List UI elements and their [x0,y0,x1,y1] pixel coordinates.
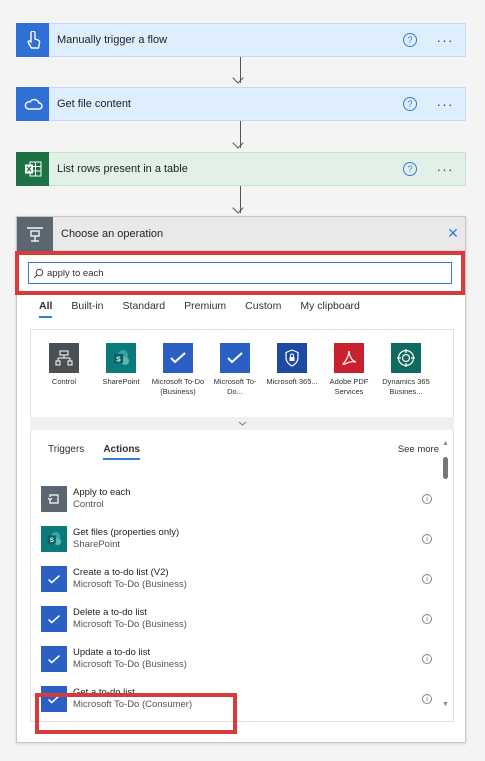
help-icon[interactable]: ? [403,97,417,111]
action-connector: Microsoft To-Do (Business) [73,659,187,670]
more-options-icon[interactable]: ··· [431,162,459,176]
category-tabs: All Built-in Standard Premium Custom My … [39,300,379,318]
action-apply-to-each[interactable]: Apply to each Control i [40,480,436,518]
see-more-link[interactable]: See more [398,444,439,455]
tab-my-clipboard[interactable]: My clipboard [300,300,360,318]
help-icon[interactable]: ? [403,33,417,47]
action-connector: Microsoft To-Do (Business) [73,579,187,590]
todo-check-icon [163,343,193,373]
scroll-up-icon[interactable]: ▲ [442,440,449,447]
connector-todo[interactable]: Microsoft To-Do... [207,343,263,397]
connector-grid: Control S SharePoint Microsoft To-Do (Bu… [30,329,454,430]
step-list-rows[interactable]: List rows present in a table ? ··· [16,152,466,186]
todo-check-icon [220,343,250,373]
step-title: List rows present in a table [57,163,188,175]
choose-operation-panel: Choose an operation ✕ All Built-in Stand… [15,216,466,743]
connector-label: Microsoft To-Do... [213,377,257,396]
actions-box: Triggers Actions See more Apply to each … [30,430,454,734]
control-icon [49,343,79,373]
step-manual-trigger[interactable]: Manually trigger a flow ? ··· [16,23,466,57]
tab-triggers[interactable]: Triggers [48,444,84,460]
scrollbar[interactable]: ▲ ▼ [441,440,451,708]
search-icon [29,268,47,279]
connector-adobe-pdf[interactable]: Adobe PDF Services [321,343,377,397]
dynamics-icon [391,343,421,373]
connector-label: Control [51,377,77,386]
search-box[interactable] [28,262,452,284]
tab-premium[interactable]: Premium [184,300,226,318]
action-title: Delete a to-do list [73,607,147,618]
step-get-file-content[interactable]: Get file content ? ··· [16,87,466,121]
expand-connectors-chevron-icon[interactable] [30,417,454,430]
todo-check-icon [41,646,67,672]
panel-title: Choose an operation [61,227,164,240]
tab-actions[interactable]: Actions [103,444,140,460]
connector-label: Microsoft To-Do (Business) [151,377,205,396]
action-delete-todo-list[interactable]: Delete a to-do list Microsoft To-Do (Bus… [40,600,436,638]
connector-label: Adobe PDF Services [329,377,369,396]
connector-microsoft-365[interactable]: Microsoft 365... [264,343,320,387]
tab-built-in[interactable]: Built-in [71,300,103,318]
operation-icon [17,216,53,251]
svg-text:S: S [116,356,121,363]
apply-to-each-highlight [35,693,237,734]
connector-sharepoint[interactable]: S SharePoint [93,343,149,387]
info-icon[interactable]: i [422,614,432,624]
scroll-thumb[interactable] [443,457,448,479]
scroll-down-icon[interactable]: ▼ [442,701,449,708]
action-title: Get files (properties only) [73,527,180,538]
loop-icon [41,486,67,512]
search-highlight [15,251,465,295]
more-options-icon[interactable]: ··· [431,33,459,47]
onedrive-cloud-icon [16,87,49,121]
tab-custom[interactable]: Custom [245,300,281,318]
sharepoint-icon: S [106,343,136,373]
panel-header: Choose an operation ✕ [17,216,465,251]
tab-standard[interactable]: Standard [123,300,166,318]
connector-label: Microsoft 365... [266,377,318,386]
info-icon[interactable]: i [422,694,432,704]
info-icon[interactable]: i [422,494,432,504]
action-connector: SharePoint [73,539,121,550]
action-title: Create a to-do list (V2) [73,567,169,578]
action-update-todo-list[interactable]: Update a to-do list Microsoft To-Do (Bus… [40,640,436,678]
action-create-todo-list[interactable]: Create a to-do list (V2) Microsoft To-Do… [40,560,436,598]
connector-todo-business[interactable]: Microsoft To-Do (Business) [150,343,206,397]
info-icon[interactable]: i [422,574,432,584]
excel-icon [16,152,49,186]
action-title: Update a to-do list [73,647,151,658]
trigger-action-tabs: Triggers Actions [48,444,159,460]
action-get-files[interactable]: S Get files (properties only) SharePoint… [40,520,436,558]
connector-control[interactable]: Control [36,343,92,387]
connector-dynamics-365[interactable]: Dynamics 365 Busines... [378,343,434,397]
search-input[interactable] [47,267,451,279]
connector-label: Dynamics 365 Busines... [382,377,430,396]
shield-lock-icon [277,343,307,373]
more-options-icon[interactable]: ··· [431,97,459,111]
step-title: Manually trigger a flow [57,34,168,46]
info-icon[interactable]: i [422,534,432,544]
todo-check-icon [41,566,67,592]
info-icon[interactable]: i [422,654,432,664]
action-connector: Control [73,499,104,510]
svg-text:S: S [50,537,54,544]
action-connector: Microsoft To-Do (Business) [73,619,187,630]
action-title: Apply to each [73,487,131,498]
sharepoint-icon: S [41,526,67,552]
todo-check-icon [41,606,67,632]
adobe-pdf-icon [334,343,364,373]
step-title: Get file content [57,98,131,110]
tab-all[interactable]: All [39,300,53,318]
hand-tap-icon [16,23,49,57]
help-icon[interactable]: ? [403,162,417,176]
connector-label: SharePoint [102,377,140,386]
close-icon[interactable]: ✕ [441,225,465,242]
